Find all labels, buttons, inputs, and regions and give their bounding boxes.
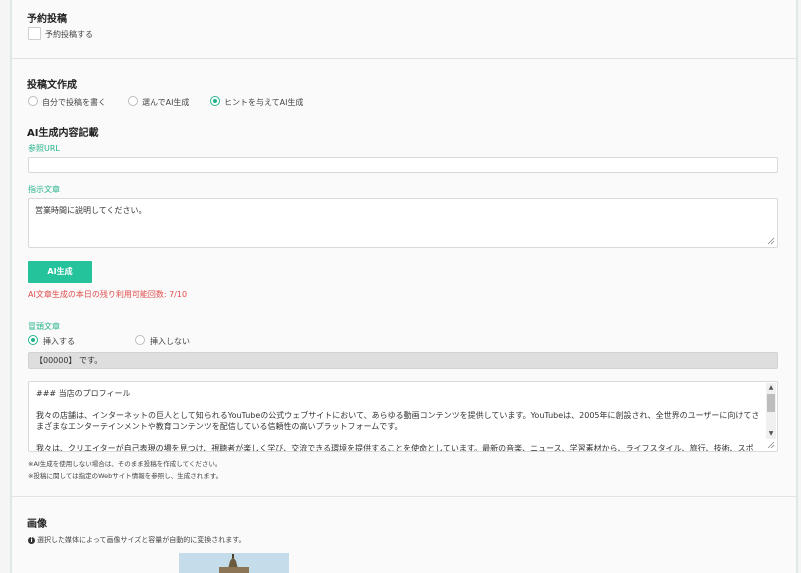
scheduled-post-title: 予約投稿 xyxy=(27,14,67,25)
body-textarea[interactable]: ### 当店のプロフィール 我々の店舗は、インターネットの巨人として知られるYo… xyxy=(28,381,778,452)
instruction-textarea[interactable]: 営業時間に説明してください。 xyxy=(28,198,778,248)
scroll-down-icon[interactable]: ▼ xyxy=(767,430,775,438)
image-preview[interactable] xyxy=(179,553,289,573)
radio-no-insert-label: 挿入しない xyxy=(150,337,190,346)
ai-generate-button[interactable]: AI生成 xyxy=(28,261,92,283)
body-scrollbar[interactable]: ▲ ▼ xyxy=(766,383,776,439)
reference-url-input[interactable] xyxy=(28,157,778,173)
instruction-value: 営業時間に説明してください。 xyxy=(35,206,147,215)
scheduled-post-label: 予約投稿する xyxy=(45,30,93,39)
ai-content-title: AI生成内容記載 xyxy=(27,128,99,139)
radio-hint-ai-label: ヒントを与えてAI生成 xyxy=(224,98,304,107)
section-divider xyxy=(12,496,796,497)
radio-no-insert[interactable] xyxy=(135,335,145,345)
resize-handle-icon[interactable] xyxy=(767,237,775,245)
radio-select-ai-label: 選んでAI生成 xyxy=(142,98,190,107)
instruction-label: 指示文章 xyxy=(28,185,60,194)
compose-title: 投稿文作成 xyxy=(27,80,77,91)
resize-handle-icon[interactable] xyxy=(767,441,775,449)
reference-url-label: 参照URL xyxy=(28,144,60,153)
header-text-value: 【00000】 です。 xyxy=(28,352,778,369)
info-icon: i xyxy=(28,536,35,544)
radio-write-own[interactable] xyxy=(28,96,38,106)
scroll-up-icon[interactable]: ▲ xyxy=(767,384,775,392)
body-text-content: ### 当店のプロフィール 我々の店舗は、インターネットの巨人として知られるYo… xyxy=(36,389,760,452)
radio-insert[interactable] xyxy=(28,335,38,345)
image-section-title: 画像 xyxy=(27,519,47,530)
scroll-thumb[interactable] xyxy=(767,394,775,412)
ai-remaining-count: AI文章生成の本日の残り利用可能回数: 7/10 xyxy=(28,290,188,299)
note-web-reference: ※投稿に関しては指定のWebサイト情報を参照し、生成されます。 xyxy=(28,472,223,480)
header-text-label: 冒頭文章 xyxy=(28,322,60,331)
scheduled-post-checkbox[interactable] xyxy=(28,27,41,40)
building-thumbnail-icon xyxy=(179,553,289,573)
image-info-text: 選択した媒体によって画像サイズと容量が自動的に変換されます。 xyxy=(37,536,246,544)
radio-insert-label: 挿入する xyxy=(43,337,75,346)
form-panel: 予約投稿 予約投稿する 投稿文作成 自分で投稿を書く 選んでAI生成 ヒントを与… xyxy=(10,0,798,573)
radio-select-ai[interactable] xyxy=(128,96,138,106)
image-info-row: i 選択した媒体によって画像サイズと容量が自動的に変換されます。 xyxy=(28,535,246,545)
section-divider xyxy=(12,58,796,59)
radio-write-own-label: 自分で投稿を書く xyxy=(42,98,106,107)
note-ai-unused: ※AI生成を使用しない場合は、そのまま投稿を作成してください。 xyxy=(28,460,222,468)
radio-hint-ai[interactable] xyxy=(210,96,220,106)
